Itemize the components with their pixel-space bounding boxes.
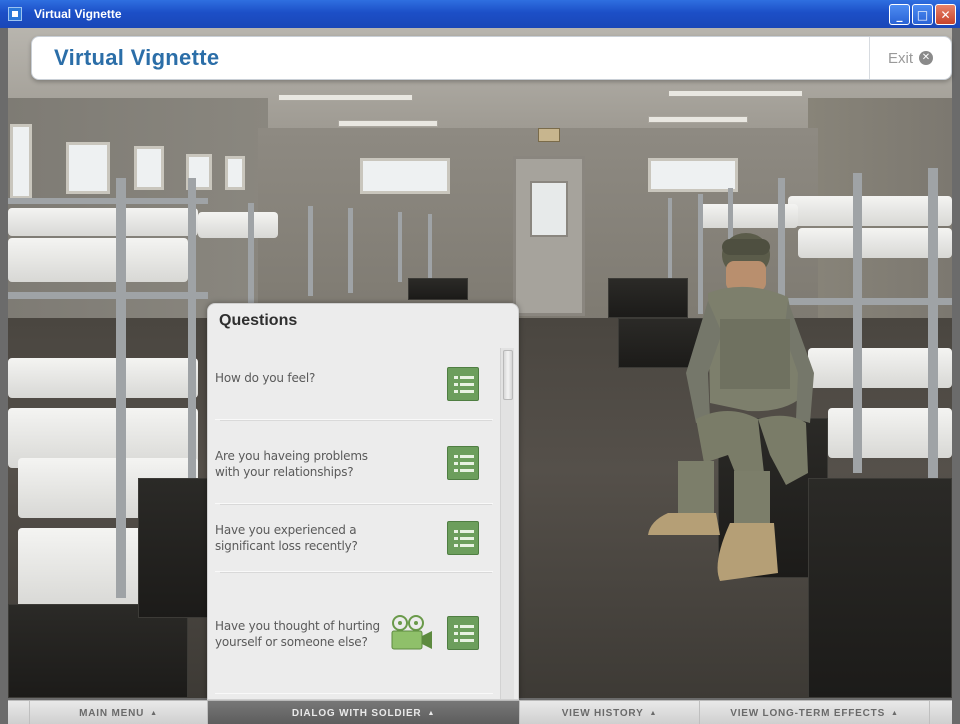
wall-window bbox=[360, 158, 450, 194]
ceiling-light bbox=[338, 120, 438, 127]
question-item[interactable]: Have you experienced a significant loss … bbox=[215, 506, 493, 572]
bunk-post bbox=[308, 206, 313, 296]
bunk-post bbox=[853, 173, 862, 473]
bunk-post bbox=[188, 178, 196, 478]
window-title: Virtual Vignette bbox=[34, 7, 122, 21]
question-item[interactable]: Are you haveing problems with your relat… bbox=[215, 422, 493, 504]
bunk-post bbox=[348, 208, 353, 293]
wall-window bbox=[10, 124, 32, 199]
questions-panel: Questions How do you feel? Are you havei… bbox=[207, 303, 519, 700]
ceiling-light bbox=[648, 116, 748, 123]
list-icon[interactable] bbox=[447, 367, 479, 401]
footlocker bbox=[138, 478, 208, 618]
close-button[interactable]: ✕ bbox=[935, 4, 956, 25]
nav-view-long-term-effects[interactable]: VIEW LONG-TERM EFFECTS ▲ bbox=[700, 701, 930, 724]
nav-spacer bbox=[8, 701, 30, 724]
footlocker bbox=[8, 604, 188, 698]
questions-scrollbar[interactable] bbox=[500, 348, 514, 699]
question-text: How do you feel? bbox=[215, 371, 316, 385]
question-item[interactable]: How do you feel? bbox=[215, 342, 493, 420]
scrollbar-thumb[interactable] bbox=[503, 350, 513, 400]
list-icon[interactable] bbox=[447, 616, 479, 650]
wall-window bbox=[66, 142, 110, 194]
divider bbox=[220, 420, 492, 421]
nav-view-history[interactable]: VIEW HISTORY ▲ bbox=[520, 701, 700, 724]
list-icon[interactable] bbox=[447, 446, 479, 480]
mattress bbox=[8, 238, 188, 282]
exit-label: Exit bbox=[887, 49, 913, 67]
list-icon[interactable] bbox=[447, 521, 479, 555]
exit-button[interactable]: Exit ✕ bbox=[869, 37, 951, 79]
nav-main-menu[interactable]: MAIN MENU ▲ bbox=[30, 701, 208, 724]
arrow-up-icon: ▲ bbox=[427, 709, 436, 717]
bunk-rail bbox=[8, 292, 208, 299]
bottom-nav: MAIN MENU ▲ DIALOG WITH SOLDIER ▲ VIEW H… bbox=[8, 700, 952, 724]
question-text: Have you experienced a significant loss … bbox=[215, 523, 358, 553]
exit-sign bbox=[538, 128, 560, 142]
window-controls: _ □ ✕ bbox=[889, 4, 956, 25]
wall-window bbox=[648, 158, 738, 192]
minimize-button[interactable]: _ bbox=[889, 4, 910, 25]
bunk-rail bbox=[8, 198, 208, 204]
page-title: Virtual Vignette bbox=[54, 45, 220, 70]
arrow-up-icon: ▲ bbox=[150, 709, 158, 717]
ceiling-light bbox=[668, 90, 803, 97]
app-header: Virtual Vignette Exit ✕ bbox=[31, 36, 952, 80]
nav-label: DIALOG WITH SOLDIER bbox=[291, 707, 422, 719]
bunk-post bbox=[398, 212, 402, 282]
divider bbox=[220, 504, 492, 505]
arrow-up-icon: ▲ bbox=[891, 709, 899, 717]
wall-window bbox=[134, 146, 164, 190]
question-text: Are you haveing problems with your relat… bbox=[215, 449, 368, 479]
soldier-avatar bbox=[648, 233, 814, 581]
bunk-post bbox=[248, 203, 254, 303]
door-window bbox=[530, 181, 568, 237]
arrow-up-icon: ▲ bbox=[649, 709, 658, 717]
question-text: Have you thought of hurting yourself or … bbox=[215, 619, 380, 649]
app-icon bbox=[8, 7, 22, 21]
close-circle-icon: ✕ bbox=[919, 51, 933, 65]
questions-list[interactable]: How do you feel? Are you haveing problem… bbox=[210, 342, 500, 699]
back-door bbox=[513, 156, 585, 316]
ceiling-light bbox=[278, 94, 413, 101]
nav-dialog-with-soldier[interactable]: DIALOG WITH SOLDIER ▲ bbox=[208, 701, 520, 724]
nav-label: VIEW LONG-TERM EFFECTS bbox=[730, 707, 886, 719]
nav-label: VIEW HISTORY bbox=[561, 707, 644, 719]
bunk-post bbox=[116, 178, 126, 598]
video-camera-icon bbox=[391, 615, 432, 650]
bunk-post bbox=[928, 168, 938, 478]
mattress bbox=[198, 212, 278, 238]
questions-title: Questions bbox=[219, 312, 298, 329]
mattress bbox=[8, 358, 198, 398]
bunk-post bbox=[428, 214, 432, 278]
question-item[interactable]: Have you thought of hurting yourself or … bbox=[215, 574, 493, 694]
wall-window bbox=[225, 156, 245, 190]
divider bbox=[220, 572, 492, 573]
nav-label: MAIN MENU bbox=[79, 707, 145, 719]
mattress bbox=[8, 208, 198, 236]
window-titlebar: Virtual Vignette _ □ ✕ bbox=[0, 0, 960, 28]
maximize-button[interactable]: □ bbox=[912, 4, 933, 25]
footlocker bbox=[408, 278, 468, 300]
